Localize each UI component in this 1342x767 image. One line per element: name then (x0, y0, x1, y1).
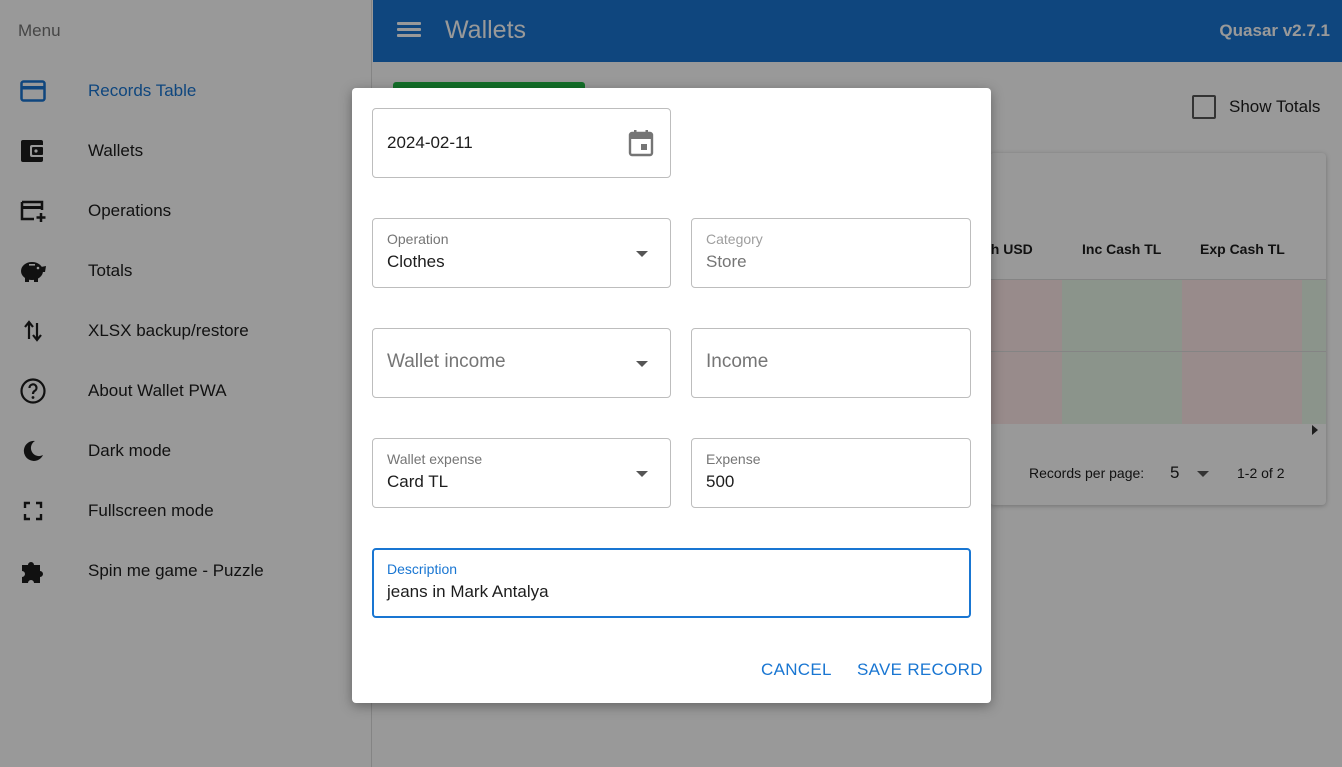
description-input[interactable]: Description jeans in Mark Antalya (372, 548, 971, 618)
cancel-button[interactable]: CANCEL (761, 660, 832, 680)
operation-value: Clothes (387, 252, 445, 271)
expense-label: Expense (706, 451, 761, 467)
chevron-down-icon (636, 361, 648, 367)
wallet-expense-select[interactable]: Wallet expense Card TL (372, 438, 671, 508)
description-label: Description (387, 561, 458, 577)
category-field: Category Store (691, 218, 971, 288)
income-placeholder: Income (706, 351, 769, 372)
expense-value: 500 (706, 472, 735, 491)
record-dialog: 2024-02-11 Operation Clothes Category St… (352, 88, 991, 703)
wallet-income-placeholder: Wallet income (387, 351, 506, 372)
save-record-button[interactable]: SAVE RECORD (857, 660, 983, 680)
wallet-expense-value: Card TL (387, 472, 449, 491)
category-value: Store (706, 252, 747, 271)
description-value: jeans in Mark Antalya (387, 582, 549, 601)
chevron-down-icon (636, 471, 648, 477)
income-input[interactable]: Income (691, 328, 971, 398)
date-value: 2024-02-11 (387, 133, 473, 152)
date-field[interactable]: 2024-02-11 (372, 108, 671, 178)
chevron-down-icon (636, 251, 648, 257)
operation-label: Operation (387, 231, 449, 247)
operation-select[interactable]: Operation Clothes (372, 218, 671, 288)
calendar-icon[interactable] (628, 129, 654, 157)
expense-input[interactable]: Expense 500 (691, 438, 971, 508)
wallet-income-select[interactable]: Wallet income (372, 328, 671, 398)
wallet-expense-label: Wallet expense (387, 451, 483, 467)
category-label: Category (706, 231, 763, 247)
